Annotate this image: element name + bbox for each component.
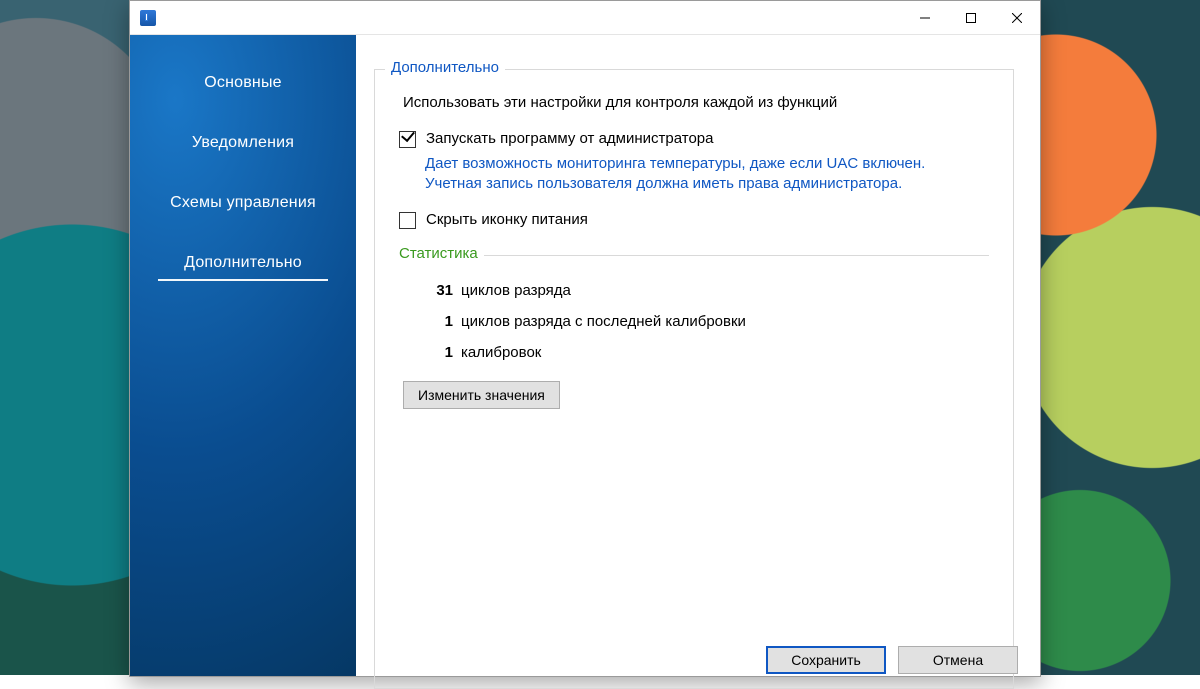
statistics-title: Статистика [399, 245, 484, 262]
sidebar-item-label: Основные [204, 74, 282, 92]
cancel-button[interactable]: Отмена [898, 646, 1018, 674]
settings-window: Основные Уведомления Схемы управления До… [129, 0, 1041, 677]
titlebar[interactable] [130, 1, 1040, 35]
run-as-admin-label: Запускать программу от администратора [426, 129, 714, 148]
stat-label: циклов разряда [461, 282, 571, 299]
statistics-groupbox: Статистика 31 циклов разряда 1 циклов ра… [399, 255, 989, 409]
sidebar-item-notifications[interactable]: Уведомления [130, 113, 356, 173]
stat-row: 1 калибровок [425, 344, 989, 361]
maximize-button[interactable] [948, 1, 994, 34]
minimize-button[interactable] [902, 1, 948, 34]
stat-value: 1 [425, 313, 453, 330]
stat-label: калибровок [461, 344, 541, 361]
sidebar-item-label: Дополнительно [184, 254, 302, 272]
stat-value: 1 [425, 344, 453, 361]
save-button[interactable]: Сохранить [766, 646, 886, 674]
hide-power-icon-checkbox[interactable] [399, 212, 416, 229]
sidebar-item-advanced[interactable]: Дополнительно [130, 233, 356, 293]
hide-power-icon-label: Скрыть иконку питания [426, 210, 588, 229]
content-area: Дополнительно Использовать эти настройки… [356, 35, 1040, 676]
sidebar-item-power-schemes[interactable]: Схемы управления [130, 173, 356, 233]
stat-row: 31 циклов разряда [425, 282, 989, 299]
advanced-groupbox: Дополнительно Использовать эти настройки… [374, 69, 1014, 689]
run-as-admin-checkbox[interactable] [399, 131, 416, 148]
advanced-description: Использовать эти настройки для контроля … [403, 94, 989, 111]
sidebar-item-label: Схемы управления [170, 194, 316, 212]
sidebar-item-label: Уведомления [192, 134, 294, 152]
stat-value: 31 [425, 282, 453, 299]
stat-label: циклов разряда с последней калибровки [461, 313, 746, 330]
run-as-admin-hint: Дает возможность мониторинга температуры… [425, 154, 985, 194]
app-icon [140, 10, 156, 26]
close-button[interactable] [994, 1, 1040, 34]
advanced-group-title: Дополнительно [385, 59, 505, 76]
sidebar-item-main[interactable]: Основные [130, 53, 356, 113]
sidebar: Основные Уведомления Схемы управления До… [130, 35, 356, 676]
hide-power-icon-row[interactable]: Скрыть иконку питания [399, 210, 989, 229]
run-as-admin-row[interactable]: Запускать программу от администратора [399, 129, 989, 148]
edit-values-button[interactable]: Изменить значения [403, 381, 560, 409]
dialog-button-row: Сохранить Отмена [766, 646, 1018, 674]
stat-row: 1 циклов разряда с последней калибровки [425, 313, 989, 330]
